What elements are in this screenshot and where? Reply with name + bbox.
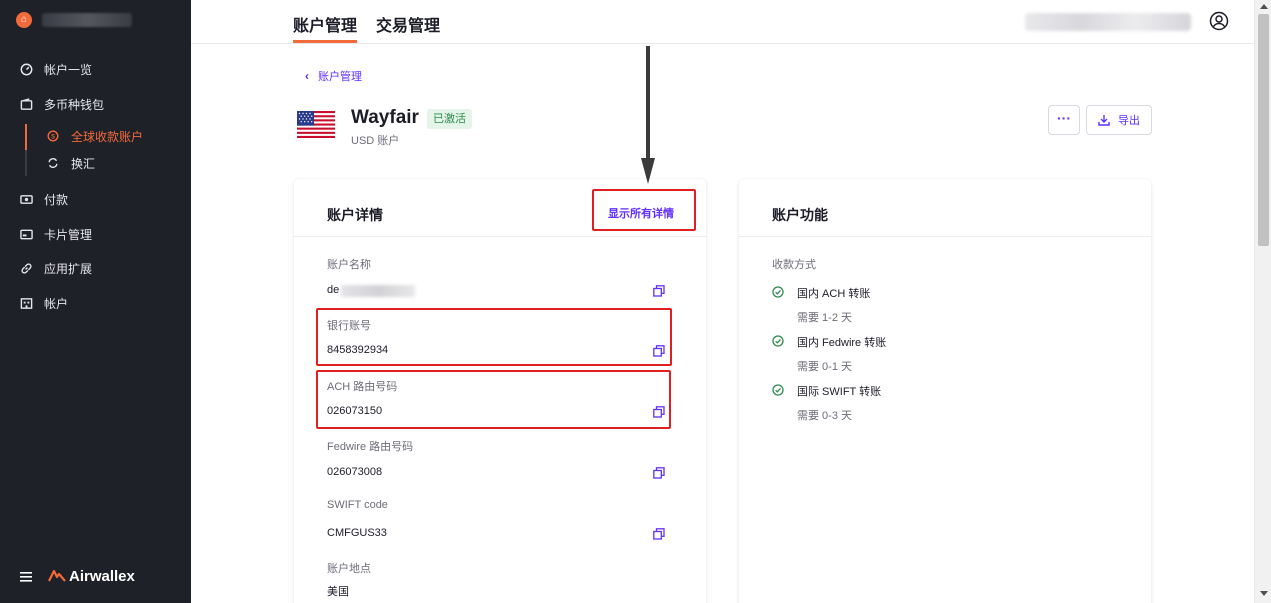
user-name-blurred — [1025, 13, 1191, 31]
card-title: 账户功能 — [772, 207, 828, 223]
link-icon — [19, 261, 33, 275]
brand-text: Airwallex — [69, 568, 135, 585]
card-icon — [19, 227, 33, 241]
field-label-ach-routing: ACH 路由号码 — [327, 381, 398, 393]
sidebar-item-cards[interactable]: 卡片管理 — [0, 219, 191, 249]
sidebar-subitem-global-accounts[interactable]: $ 全球收款账户 — [25, 123, 191, 149]
account-title: Wayfair — [351, 107, 419, 128]
more-dots-icon: ··· — [1057, 110, 1071, 126]
field-label-bank-account: 银行账号 — [327, 320, 371, 332]
check-circle-icon — [772, 286, 784, 298]
sidebar-subitem-label: 全球收款账户 — [71, 129, 144, 144]
sidebar-item-label: 卡片管理 — [44, 227, 93, 242]
dashboard-icon — [19, 62, 33, 76]
method-item: 国际 SWIFT 转账 需要 0-3 天 — [772, 383, 881, 423]
method-name: 国内 ACH 转账 — [797, 288, 871, 300]
field-value-bank-account: 8458392934 — [327, 344, 389, 356]
check-circle-icon — [772, 384, 784, 396]
copy-icon[interactable] — [653, 284, 665, 297]
sidebar-subitem-label: 换汇 — [71, 156, 96, 171]
company-logo-icon: ⌂ — [16, 12, 32, 28]
annotation-arrow-icon — [641, 46, 655, 184]
account-features-card: 账户功能 收款方式 国内 ACH 转账 需要 1-2 天 国内 Fedwire … — [739, 179, 1151, 603]
account-name-blurred — [341, 285, 415, 297]
us-flag-icon — [297, 111, 335, 138]
copy-icon[interactable] — [653, 405, 665, 418]
sidebar-item-wallet[interactable]: 多币种钱包 — [0, 89, 191, 119]
sidebar-item-account[interactable]: 帐户 — [0, 288, 191, 318]
field-label-account-name: 账户名称 — [327, 259, 371, 271]
account-subtitle: USD 账户 — [351, 135, 400, 147]
method-item: 国内 Fedwire 转账 需要 0-1 天 — [772, 334, 886, 374]
sidebar-item-label: 帐户 — [44, 296, 69, 311]
copy-icon[interactable] — [653, 344, 665, 357]
scroll-down-arrow-icon[interactable] — [1260, 591, 1268, 596]
method-time: 需要 1-2 天 — [797, 312, 853, 324]
brand[interactable]: ⌂ — [16, 12, 132, 28]
sidebar-footer: Airwallex — [20, 568, 135, 585]
airwallex-mark-icon — [48, 569, 66, 585]
show-all-details-link[interactable]: 显示所有详情 — [608, 205, 674, 221]
wallet-icon — [19, 97, 33, 111]
check-circle-icon — [772, 335, 784, 347]
field-value-swift: CMFGUS33 — [327, 527, 387, 539]
field-label-swift: SWIFT code — [327, 499, 388, 511]
more-options-button[interactable]: ··· — [1048, 105, 1080, 135]
export-button[interactable]: 导出 — [1086, 105, 1152, 135]
method-item: 国内 ACH 转账 需要 1-2 天 — [772, 285, 870, 325]
tab-transaction-management[interactable]: 交易管理 — [376, 12, 440, 36]
building-icon — [19, 296, 33, 310]
card-header: 账户详情 显示所有详情 — [294, 179, 706, 237]
method-time: 需要 0-3 天 — [797, 410, 853, 422]
sidebar-item-label: 应用扩展 — [44, 261, 93, 276]
breadcrumb-label: 账户管理 — [318, 71, 362, 83]
sidebar: ⌂ 帐户一览 多币种钱包 $ 全球收款账户 换汇 付款 卡片管理 应用扩展 帐户… — [0, 0, 191, 603]
tab-account-management[interactable]: 账户管理 — [293, 12, 358, 43]
method-name: 国内 Fedwire 转账 — [797, 337, 887, 349]
collection-methods-label: 收款方式 — [772, 259, 816, 271]
svg-text:$: $ — [51, 134, 55, 141]
status-badge: 已激活 — [427, 109, 472, 129]
card-title: 账户详情 — [327, 207, 383, 223]
download-icon — [1098, 115, 1110, 126]
chevron-left-icon: ‹ — [305, 69, 309, 83]
airwallex-logo: Airwallex — [48, 568, 135, 585]
company-name-blurred — [42, 13, 132, 27]
copy-icon[interactable] — [653, 466, 665, 479]
user-circle-icon[interactable] — [1209, 11, 1229, 31]
payment-icon — [19, 192, 33, 206]
field-label-fedwire-routing: Fedwire 路由号码 — [327, 441, 414, 453]
sidebar-item-extensions[interactable]: 应用扩展 — [0, 253, 191, 283]
field-value-account-location: 美国 — [327, 586, 349, 598]
exchange-icon — [46, 156, 60, 170]
sidebar-item-label: 多币种钱包 — [44, 97, 105, 112]
export-label: 导出 — [1118, 115, 1140, 127]
method-name: 国际 SWIFT 转账 — [797, 386, 882, 398]
copy-icon[interactable] — [653, 527, 665, 540]
scroll-up-arrow-icon[interactable] — [1260, 4, 1268, 9]
field-value-fedwire-routing: 026073008 — [327, 466, 383, 478]
field-value-ach-routing: 026073150 — [327, 405, 383, 417]
sidebar-item-dashboard[interactable]: 帐户一览 — [0, 54, 191, 84]
sidebar-item-label: 付款 — [44, 192, 69, 207]
global-account-icon: $ — [46, 129, 60, 143]
method-time: 需要 0-1 天 — [797, 361, 853, 373]
field-value-account-name: de — [327, 284, 340, 296]
sidebar-item-label: 帐户一览 — [44, 62, 93, 77]
account-details-card: 账户详情 显示所有详情 账户名称 de 银行账号 8458392934 ACH … — [294, 179, 706, 603]
sidebar-subitem-exchange[interactable]: 换汇 — [25, 150, 191, 176]
scroll-thumb[interactable] — [1258, 14, 1269, 246]
top-header: 账户管理 交易管理 — [191, 0, 1254, 44]
vertical-scrollbar[interactable] — [1254, 0, 1271, 603]
field-label-account-location: 账户地点 — [327, 563, 371, 575]
menu-toggle-icon[interactable] — [20, 569, 36, 585]
breadcrumb[interactable]: ‹ 账户管理 — [305, 68, 362, 84]
sidebar-item-payments[interactable]: 付款 — [0, 184, 191, 214]
card-header: 账户功能 — [739, 179, 1151, 237]
